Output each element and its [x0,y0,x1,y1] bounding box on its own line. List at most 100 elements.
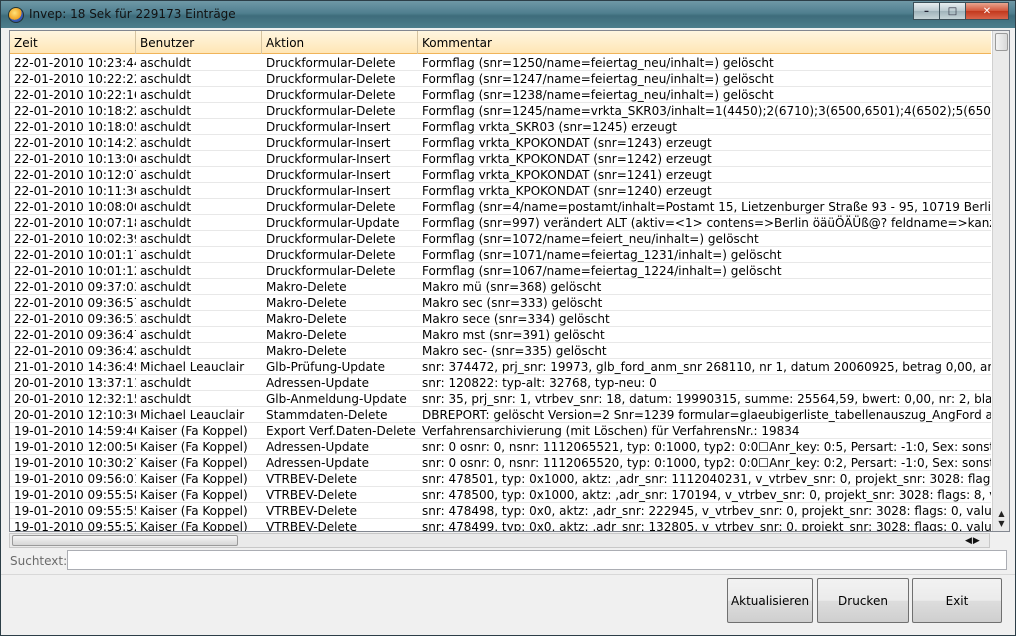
cell-kommentar: Makro sece (snr=334) gelöscht [422,312,610,326]
cell-kommentar: Verfahrensarchivierung (mit Löschen) für… [422,424,800,438]
maximize-icon: □ [947,5,958,17]
horizontal-scroll-thumb[interactable] [12,535,238,546]
cell-zeit: 22-01-2010 09:37:03 [14,280,136,294]
cell-zeit: 22-01-2010 10:22:16 [14,88,136,102]
cell-aktion: Makro-Delete [266,296,347,310]
table-row[interactable]: 22-01-2010 10:01:12 aschuldt Druckformular… [10,263,991,279]
cell-aktion: VTRBEV-Delete [266,504,357,518]
table-row[interactable]: 22-01-2010 10:02:39 aschuldt Druckformular… [10,231,991,247]
table-row[interactable]: 22-01-2010 10:18:05 aschuldt Druckformular… [10,119,991,135]
refresh-button[interactable]: Aktualisieren [727,578,813,623]
scroll-down-arrow-icon[interactable]: ▼ [995,519,1008,529]
horizontal-scroll-arrows: ◀▶ [965,535,987,547]
scroll-up-arrow-icon[interactable]: ▲ [995,509,1008,519]
table-row[interactable]: 20-01-2010 12:10:30 Michael Leauclair Stam… [10,407,991,423]
cell-zeit: 20-01-2010 12:10:30 [14,408,136,422]
table-row[interactable]: 19-01-2010 12:00:50 Kaiser (Fa Koppel) Adr… [10,439,991,455]
cell-benutzer: Kaiser (Fa Koppel) [140,488,248,502]
cell-zeit: 22-01-2010 09:36:51 [14,312,136,326]
column-header-zeit[interactable]: Zeit [10,31,136,54]
table-row[interactable]: 19-01-2010 14:59:40 Kaiser (Fa Koppel) Exp… [10,423,991,439]
cell-kommentar: snr: 0 osnr: 0, nsnr: 1112065521, typ: 0… [422,440,991,454]
table-row[interactable]: 22-01-2010 10:11:30 aschuldt Druckformular… [10,183,991,199]
table-row[interactable]: 20-01-2010 12:32:15 aschuldt Glb-Anmeldung… [10,391,991,407]
vertical-scroll-thumb[interactable] [995,33,1008,51]
cell-benutzer: aschuldt [140,88,192,102]
caption-buttons: – □ ✕ [913,2,1009,20]
table-row[interactable]: 22-01-2010 10:18:22 aschuldt Druckformular… [10,103,991,119]
cell-aktion: Makro-Delete [266,328,347,342]
app-window: Invep: 18 Sek für 229173 Einträge – □ ✕ … [0,0,1016,636]
table-row[interactable]: 22-01-2010 09:36:57 aschuldt Makro-Delete M… [10,295,991,311]
search-label: Suchtext: [10,554,68,568]
scroll-right-arrow-icon[interactable]: ▶ [973,536,981,546]
table-row[interactable]: 19-01-2010 09:56:01 Kaiser (Fa Koppel) VTR… [10,471,991,487]
table-row[interactable]: 19-01-2010 09:55:52 Kaiser (Fa Koppel) VTR… [10,519,991,532]
cell-zeit: 19-01-2010 10:30:27 [14,456,136,470]
horizontal-scrollbar[interactable] [9,533,990,548]
cell-aktion: Druckformular-Delete [266,264,396,278]
table-row[interactable]: 20-01-2010 13:37:11 aschuldt Adressen-Upda… [10,375,991,391]
cell-aktion: Druckformular-Delete [266,72,396,86]
table-row[interactable]: 22-01-2010 10:07:18 aschuldt Druckformular… [10,215,991,231]
print-button-label: Drucken [838,593,888,608]
cell-kommentar: snr: 478499, typ: 0x0, aktz: ,adr_snr: 1… [422,520,991,532]
cell-benutzer: aschuldt [140,328,192,342]
cell-kommentar: snr: 120822: typ-alt: 32768, typ-neu: 0 [422,376,657,390]
table-row[interactable]: 22-01-2010 09:36:47 aschuldt Makro-Delete M… [10,327,991,343]
table-body: 22-01-2010 10:23:44 aschuldt Druckformular… [10,55,991,532]
cell-benutzer: aschuldt [140,168,192,182]
minimize-button[interactable]: – [913,2,940,20]
cell-benutzer: aschuldt [140,232,192,246]
cell-aktion: Druckformular-Delete [266,104,396,118]
close-button[interactable]: ✕ [965,2,1009,20]
cell-benutzer: aschuldt [140,392,192,406]
vertical-scrollbar[interactable]: ▲ ▼ [992,31,1009,531]
search-input[interactable] [67,550,1007,570]
cell-benutzer: aschuldt [140,312,192,326]
table-row[interactable]: 22-01-2010 10:22:16 aschuldt Druckformular… [10,87,991,103]
column-header-benutzer[interactable]: Benutzer [136,31,262,54]
table-header: Zeit Benutzer Aktion Kommentar [10,31,991,54]
cell-zeit: 19-01-2010 09:55:55 [14,504,136,518]
cell-benutzer: aschuldt [140,264,192,278]
cell-aktion: Druckformular-Delete [266,232,396,246]
column-header-kommentar[interactable]: Kommentar [418,31,991,54]
exit-button[interactable]: Exit [912,578,1002,623]
table-row[interactable]: 22-01-2010 10:22:22 aschuldt Druckformular… [10,71,991,87]
table-row[interactable]: 22-01-2010 09:36:42 aschuldt Makro-Delete M… [10,343,991,359]
cell-aktion: Druckformular-Insert [266,136,391,150]
scroll-left-arrow-icon[interactable]: ◀ [965,536,973,546]
table-row[interactable]: 19-01-2010 10:30:27 Kaiser (Fa Koppel) Adr… [10,455,991,471]
table-row[interactable]: 22-01-2010 10:23:44 aschuldt Druckformular… [10,55,991,71]
cell-aktion: VTRBEV-Delete [266,472,357,486]
table-row[interactable]: 22-01-2010 10:01:17 aschuldt Druckformular… [10,247,991,263]
cell-aktion: Glb-Anmeldung-Update [266,392,407,406]
log-table[interactable]: Zeit Benutzer Aktion Kommentar 22-01-201… [9,30,1010,532]
cell-aktion: Adressen-Update [266,456,369,470]
cell-zeit: 19-01-2010 09:56:01 [14,472,136,486]
title-bar[interactable]: Invep: 18 Sek für 229173 Einträge – □ ✕ [1,1,1015,28]
cell-aktion: Makro-Delete [266,280,347,294]
print-button[interactable]: Drucken [817,578,909,623]
table-row[interactable]: 21-01-2010 14:36:49 Michael Leauclair Glb-… [10,359,991,375]
table-row[interactable]: 22-01-2010 09:36:51 aschuldt Makro-Delete M… [10,311,991,327]
table-row[interactable]: 22-01-2010 09:37:03 aschuldt Makro-Delete M… [10,279,991,295]
cell-kommentar: DBREPORT: gelöscht Version=2 Snr=1239 fo… [422,408,991,422]
cell-benutzer: aschuldt [140,152,192,166]
table-row[interactable]: 19-01-2010 09:55:55 Kaiser (Fa Koppel) VTR… [10,503,991,519]
table-row[interactable]: 22-01-2010 10:08:00 aschuldt Druckformular… [10,199,991,215]
table-row[interactable]: 22-01-2010 10:13:06 aschuldt Druckformular… [10,151,991,167]
maximize-button[interactable]: □ [939,2,966,20]
cell-aktion: Glb-Prüfung-Update [266,360,385,374]
column-header-aktion[interactable]: Aktion [262,31,418,54]
cell-benutzer: aschuldt [140,120,192,134]
cell-zeit: 22-01-2010 10:12:07 [14,168,136,182]
table-row[interactable]: 22-01-2010 10:14:23 aschuldt Druckformular… [10,135,991,151]
cell-aktion: VTRBEV-Delete [266,520,357,532]
table-row[interactable]: 19-01-2010 09:55:58 Kaiser (Fa Koppel) VTR… [10,487,991,503]
cell-kommentar: Formflag (snr=4/name=postamt/inhalt=Post… [422,200,991,214]
cell-zeit: 20-01-2010 12:32:15 [14,392,136,406]
table-row[interactable]: 22-01-2010 10:12:07 aschuldt Druckformular… [10,167,991,183]
cell-benutzer: Michael Leauclair [140,360,245,374]
